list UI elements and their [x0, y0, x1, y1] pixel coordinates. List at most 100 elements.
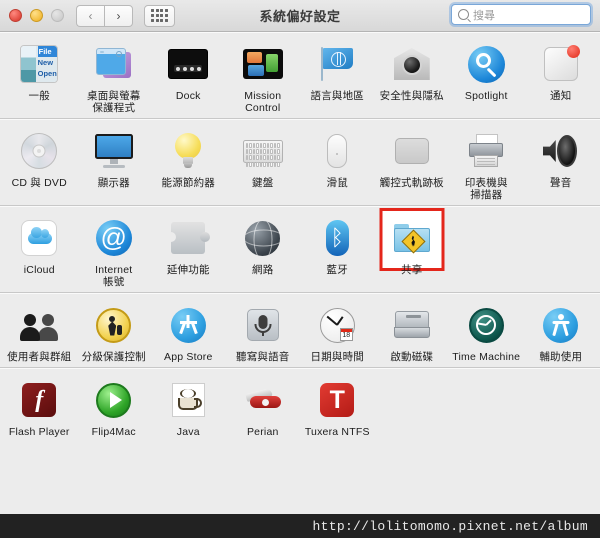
pref-label: Flash Player	[8, 426, 70, 438]
displays-icon	[92, 129, 136, 173]
pref-label: 日期與時間	[310, 351, 364, 363]
pref-item-energy-saver[interactable]: 能源節約器	[151, 126, 226, 201]
pref-item-notifications[interactable]: 通知	[524, 39, 599, 114]
forward-button[interactable]: ›	[104, 4, 133, 27]
grid-dots-icon	[151, 9, 168, 22]
spotlight-icon	[464, 42, 508, 86]
personal-grid: File New Open 一般 桌面與螢幕 保護程式 Dock Mission…	[0, 32, 600, 118]
pref-label: 延伸功能	[166, 264, 210, 276]
pref-label: 能源節約器	[161, 177, 215, 189]
security-privacy-icon	[390, 42, 434, 86]
pref-item-perian[interactable]: Perian	[226, 375, 301, 438]
pref-item-security-privacy[interactable]: 安全性與隱私	[375, 39, 450, 114]
pref-item-mission-control[interactable]: Mission Control	[226, 39, 301, 114]
navigation-buttons: ‹ ›	[76, 4, 133, 27]
pref-label: 共享	[401, 264, 423, 276]
system-preferences-window: ‹ › 系統偏好設定 搜尋 File New Open 一般 桌面與螢幕 保護程…	[0, 0, 600, 538]
preferences-panes: File New Open 一般 桌面與螢幕 保護程式 Dock Mission…	[0, 32, 600, 538]
pref-label: Java	[176, 426, 200, 438]
mouse-icon	[315, 129, 359, 173]
keyboard-icon	[241, 129, 285, 173]
show-all-button[interactable]	[144, 4, 175, 27]
pref-item-time-machine[interactable]: Time Machine	[449, 300, 524, 363]
pref-item-flash-player[interactable]: f Flash Player	[2, 375, 77, 438]
pref-item-displays[interactable]: 顯示器	[77, 126, 152, 201]
system-grid: 使用者與群組 分級保護控制 App Store 聽寫與語音 18 日期與時間 啟…	[0, 293, 600, 367]
pref-label: 藍牙	[326, 264, 348, 276]
pref-item-parental-controls[interactable]: 分級保護控制	[77, 300, 152, 363]
zoom-button	[51, 9, 64, 22]
pref-label: 聲音	[550, 177, 572, 189]
page-title: 系統偏好設定	[259, 9, 341, 24]
java-icon	[166, 378, 210, 422]
pref-label: 顯示器	[97, 177, 130, 189]
pref-label: Mission Control	[244, 90, 282, 114]
pref-label: App Store	[164, 351, 213, 363]
pref-label: 滑鼠	[326, 177, 348, 189]
general-icon: File New Open	[17, 42, 61, 86]
pref-item-internet-accounts[interactable]: @ Internet 帳號	[77, 213, 152, 288]
flip4mac-icon	[92, 378, 136, 422]
pref-item-empty-2	[524, 213, 599, 288]
pref-item-network[interactable]: 網路	[226, 213, 301, 288]
pref-item-startup-disk[interactable]: 啟動磁碟	[375, 300, 450, 363]
pref-label: 一般	[28, 90, 50, 102]
pref-item-tuxera-ntfs[interactable]: T Tuxera NTFS	[300, 375, 375, 438]
minimize-button[interactable]	[30, 9, 43, 22]
energy-saver-icon	[166, 129, 210, 173]
pref-label: iCloud	[23, 264, 55, 276]
pref-item-spotlight[interactable]: Spotlight	[449, 39, 524, 114]
internet-accounts-icon: @	[92, 216, 136, 260]
pref-item-sharing[interactable]: 共享	[375, 213, 450, 288]
other-grid: f Flash Player Flip4Mac Java Perian T Tu…	[0, 368, 600, 442]
accessibility-icon	[539, 303, 583, 347]
sharing-icon	[390, 216, 434, 260]
pref-label: Internet 帳號	[95, 264, 133, 288]
pref-item-app-store[interactable]: App Store	[151, 300, 226, 363]
pref-item-desktop-screensaver[interactable]: 桌面與螢幕 保護程式	[77, 39, 152, 114]
back-button[interactable]: ‹	[76, 4, 104, 27]
hardware-row: CD 與 DVD 顯示器 能源節約器 鍵盤 滑鼠 觸控式軌跡板 印表機與 掃描器…	[0, 118, 600, 205]
pref-item-dictation-speech[interactable]: 聽寫與語音	[226, 300, 301, 363]
pref-item-trackpad[interactable]: 觸控式軌跡板	[375, 126, 450, 201]
cd-dvd-icon	[17, 129, 61, 173]
pref-item-general[interactable]: File New Open 一般	[2, 39, 77, 114]
search-placeholder: 搜尋	[473, 9, 495, 22]
pref-item-sound[interactable]: 聲音	[524, 126, 599, 201]
pref-item-flip4mac[interactable]: Flip4Mac	[77, 375, 152, 438]
flash-glyph: f	[35, 387, 44, 413]
pref-item-icloud[interactable]: iCloud	[2, 213, 77, 288]
app-store-icon	[166, 303, 210, 347]
pref-item-keyboard[interactable]: 鍵盤	[226, 126, 301, 201]
pref-label: CD 與 DVD	[11, 177, 67, 189]
pref-item-mouse[interactable]: 滑鼠	[300, 126, 375, 201]
pref-item-java[interactable]: Java	[151, 375, 226, 438]
pref-item-date-time[interactable]: 18 日期與時間	[300, 300, 375, 363]
pref-item-extensions[interactable]: 延伸功能	[151, 213, 226, 288]
pref-item-bluetooth[interactable]: ᛒ 藍牙	[300, 213, 375, 288]
pref-label: Time Machine	[452, 351, 521, 363]
pref-item-accessibility[interactable]: 輔助使用	[524, 300, 599, 363]
pref-item-users-groups[interactable]: 使用者與群組	[2, 300, 77, 363]
close-button[interactable]	[9, 9, 22, 22]
network-icon	[241, 216, 285, 260]
desktop-screensaver-icon	[92, 42, 136, 86]
notifications-icon	[539, 42, 583, 86]
pref-item-empty-3	[375, 375, 450, 438]
window-titlebar: ‹ › 系統偏好設定 搜尋	[0, 0, 600, 32]
pref-item-dock[interactable]: Dock	[151, 39, 226, 114]
pref-label: 鍵盤	[252, 177, 274, 189]
hardware-grid: CD 與 DVD 顯示器 能源節約器 鍵盤 滑鼠 觸控式軌跡板 印表機與 掃描器…	[0, 119, 600, 205]
pref-label: Perian	[246, 426, 279, 438]
pref-item-cd-dvd[interactable]: CD 與 DVD	[2, 126, 77, 201]
chevron-right-icon: ›	[116, 8, 121, 23]
time-machine-icon	[464, 303, 508, 347]
pref-label: Tuxera NTFS	[304, 426, 370, 438]
search-field[interactable]: 搜尋	[451, 4, 591, 25]
pref-item-language-region[interactable]: 語言與地區	[300, 39, 375, 114]
pref-label: 聽寫與語音	[236, 351, 290, 363]
calendar-day: 18	[342, 332, 351, 339]
internet-wireless-grid: iCloud @ Internet 帳號 延伸功能 網路 ᛒ 藍牙 共享	[0, 206, 600, 292]
pref-label: 通知	[550, 90, 572, 102]
pref-item-printers-scanners[interactable]: 印表機與 掃描器	[449, 126, 524, 201]
